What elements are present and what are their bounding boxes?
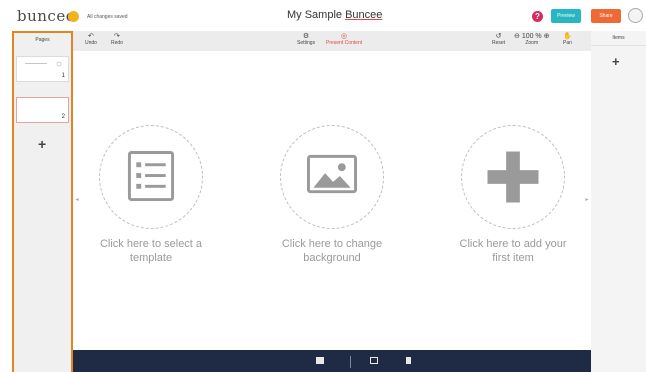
plus-icon [487, 151, 539, 203]
present-label: Present Content [326, 40, 363, 46]
top-bar: buncee All changes saved My Sample Bunce… [0, 0, 646, 31]
settings-label: Settings [297, 40, 316, 46]
bottom-toolbar [73, 350, 591, 372]
save-status: All changes saved [87, 14, 128, 20]
add-page-button[interactable]: + [38, 136, 46, 152]
document-title[interactable]: My Sample Buncee [287, 9, 382, 21]
template-caption[interactable]: Click here to select a template [81, 237, 221, 265]
redo-label: Redo [111, 40, 123, 46]
reset-icon: ↺ [495, 33, 502, 40]
buncee-logo[interactable]: buncee [17, 7, 75, 25]
background-circle[interactable] [280, 125, 384, 229]
add-first-item-action[interactable]: Click here to add your first item [443, 125, 583, 265]
pages-header: Pages [35, 37, 50, 43]
items-panel: Items + [591, 31, 646, 372]
zoom-label: Zoom [525, 40, 539, 46]
settings-button[interactable]: ⚙ Settings [297, 33, 315, 46]
template-caption-line2: template [129, 252, 173, 264]
items-header: Items [591, 31, 646, 46]
present-icon: ◎ [341, 33, 348, 40]
undo-label: Undo [85, 40, 97, 46]
redo-button[interactable]: ↷ Redo [111, 33, 123, 46]
share-button[interactable]: Share [591, 9, 621, 23]
page-thumbnail[interactable]: 1 [16, 56, 69, 82]
next-page-arrow[interactable]: ▸ [583, 192, 591, 208]
template-caption-line1: Click here to select a [99, 238, 203, 250]
duplicate-icon[interactable] [370, 357, 378, 364]
prev-page-arrow[interactable]: ◂ [73, 192, 81, 208]
trash-icon[interactable] [406, 357, 411, 364]
page-thumbnail[interactable]: 2 [16, 97, 69, 123]
present-button[interactable]: ◎ Present Content [326, 33, 362, 46]
add-item-caption-line2: first item [492, 252, 534, 264]
help-icon[interactable]: ? [532, 11, 543, 22]
redo-icon: ↷ [114, 33, 120, 40]
add-item-circle[interactable] [461, 125, 565, 229]
reset-button[interactable]: ↺ Reset [492, 33, 505, 46]
avatar[interactable] [628, 8, 643, 23]
image-icon [306, 154, 358, 194]
editor-toolbar: ↶ Undo ↷ Redo ⚙ Settings ◎ Present Conte… [73, 31, 591, 51]
title-text: My Sample [287, 9, 346, 21]
add-item-button[interactable]: + [612, 54, 620, 69]
pages-panel: Pages 1 2 + [12, 31, 73, 372]
preview-button[interactable]: Preview [551, 9, 581, 23]
title-brand: Buncee [345, 9, 383, 21]
zoom-value: ⊖ 100 % ⊕ [514, 33, 550, 40]
add-item-caption-line1: Click here to add your [459, 238, 567, 250]
zoom-control[interactable]: ⊖ 100 % ⊕ Zoom [514, 33, 549, 46]
template-list-icon [127, 151, 175, 202]
hand-icon: ✋ [563, 33, 572, 40]
page-number: 1 [61, 73, 65, 79]
image-tool-icon[interactable] [316, 357, 324, 364]
background-caption-line1: Click here to change [281, 238, 383, 250]
page-number: 2 [61, 114, 65, 120]
reset-label: Reset [492, 40, 506, 46]
divider [350, 356, 351, 368]
gear-icon: ⚙ [302, 33, 310, 40]
template-circle[interactable] [99, 125, 203, 229]
zoom-percent: 100 % [521, 33, 542, 40]
pan-button[interactable]: ✋ Pan [563, 33, 572, 46]
add-item-caption[interactable]: Click here to add your first item [443, 237, 583, 265]
page-preview-icon [25, 61, 62, 67]
select-template-action[interactable]: Click here to select a template [81, 125, 221, 265]
buncee-canvas[interactable]: ◂ ▸ Click here to select a template Clic… [73, 51, 591, 350]
background-caption[interactable]: Click here to change background [262, 237, 402, 265]
undo-icon: ↶ [88, 33, 94, 40]
pan-label: Pan [563, 40, 572, 46]
change-background-action[interactable]: Click here to change background [262, 125, 402, 265]
logo-smiley-icon [68, 11, 79, 22]
undo-button[interactable]: ↶ Undo [85, 33, 97, 46]
background-caption-line2: background [303, 252, 361, 264]
